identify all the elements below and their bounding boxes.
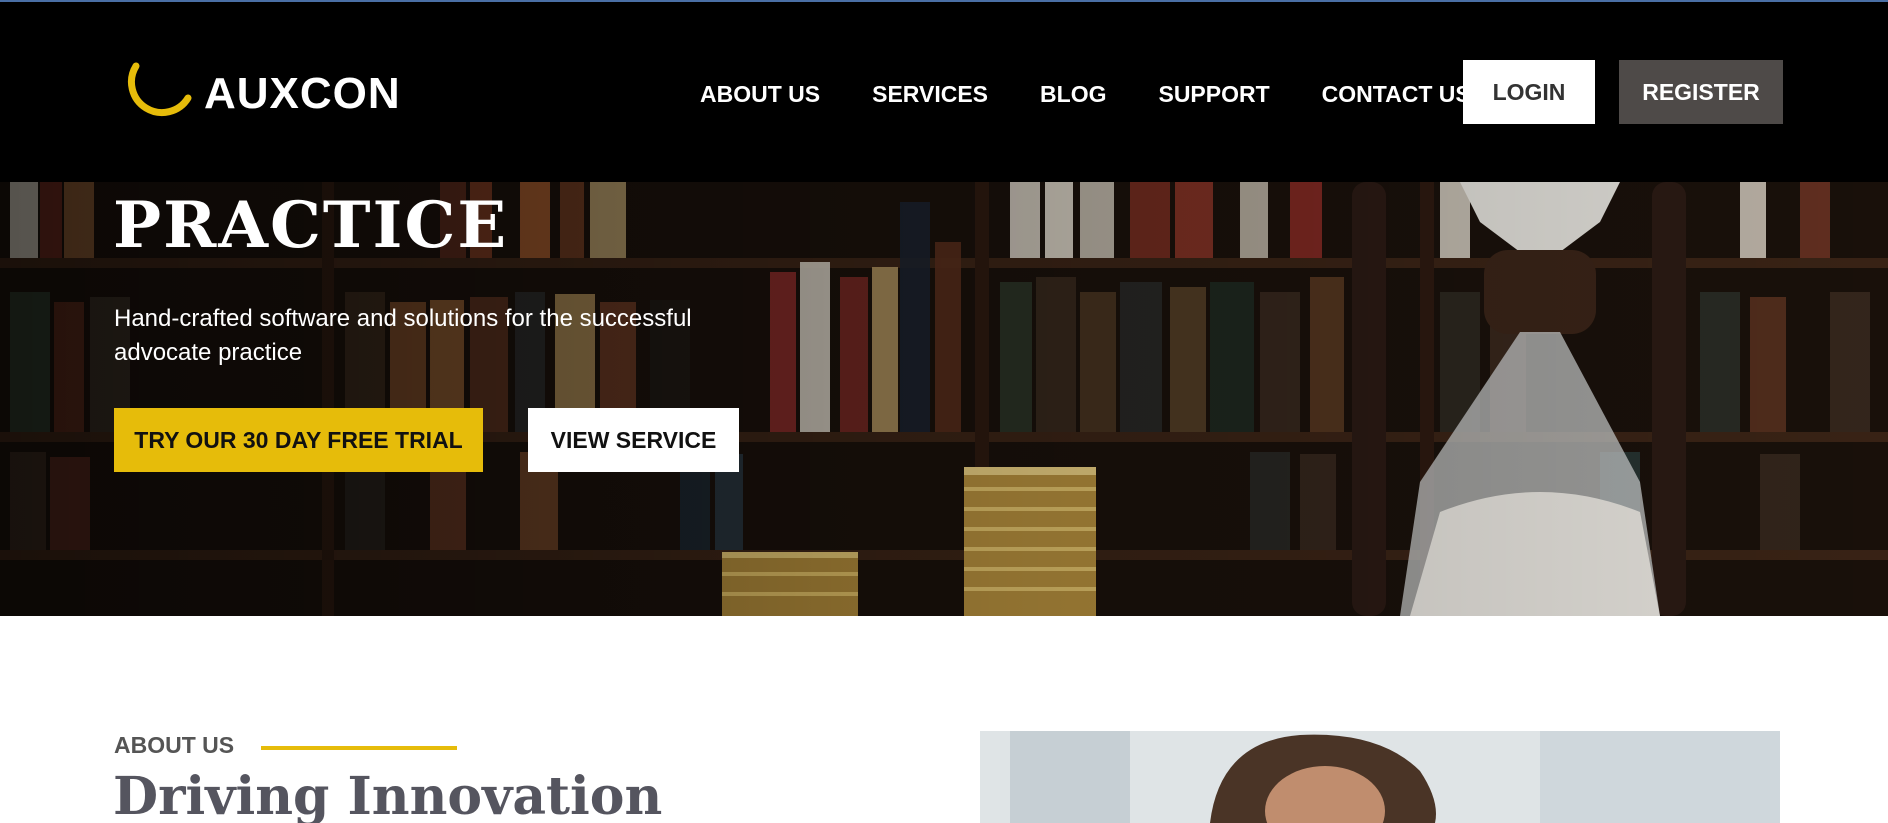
logo-text: AUXCON	[204, 69, 401, 118]
hero-section: PRACTICE Hand-crafted software and solut…	[0, 182, 1888, 616]
nav-item-about-us[interactable]: ABOUT US	[700, 81, 820, 108]
about-accent-line	[261, 746, 457, 750]
view-service-button[interactable]: VIEW SERVICE	[528, 408, 739, 472]
about-title: Driving Innovation	[113, 766, 663, 823]
logo[interactable]: AUXCON	[120, 58, 401, 130]
portrait-shape	[980, 731, 1780, 823]
about-label: ABOUT US	[114, 732, 235, 758]
nav-item-contact-us[interactable]: CONTACT US	[1322, 81, 1471, 108]
main-nav: ABOUT US SERVICES BLOG SUPPORT CONTACT U…	[700, 62, 1471, 126]
nav-item-blog[interactable]: BLOG	[1040, 81, 1106, 108]
login-button[interactable]: LOGIN	[1463, 60, 1595, 124]
hero-title: PRACTICE	[113, 188, 509, 263]
logo-crescent-icon	[128, 62, 192, 117]
hero-subtitle: Hand-crafted software and solutions for …	[114, 305, 692, 366]
site-header: AUXCON ABOUT US SERVICES BLOG SUPPORT CO…	[0, 2, 1888, 182]
free-trial-button[interactable]: TRY OUR 30 DAY FREE TRIAL	[114, 408, 483, 472]
register-button[interactable]: REGISTER	[1619, 60, 1783, 124]
nav-item-services[interactable]: SERVICES	[872, 81, 988, 108]
woman-portrait-image	[980, 731, 1780, 823]
nav-item-support[interactable]: SUPPORT	[1158, 81, 1269, 108]
